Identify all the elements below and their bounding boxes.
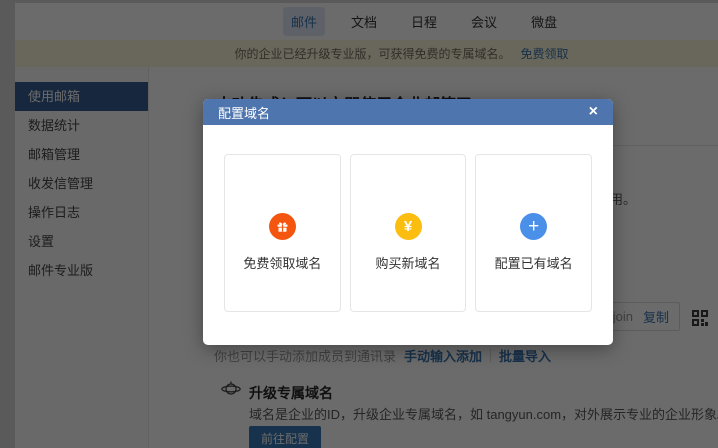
card-configure-existing-domain[interactable]: + 配置已有域名 <box>475 154 592 312</box>
configure-domain-modal: 配置域名 × 免费领取域名 ¥ 购买新域名 <box>203 99 613 345</box>
gift-icon <box>269 213 296 240</box>
modal-header: 配置域名 × <box>203 99 613 125</box>
card-label: 配置已有域名 <box>495 253 573 272</box>
yen-icon: ¥ <box>395 213 422 240</box>
yen-symbol: ¥ <box>404 219 412 234</box>
modal-body: 免费领取域名 ¥ 购买新域名 + 配置已有域名 <box>203 125 613 312</box>
close-icon[interactable]: × <box>589 104 598 120</box>
plus-symbol: + <box>528 217 539 236</box>
card-label: 免费领取域名 <box>243 253 321 272</box>
card-free-claim-domain[interactable]: 免费领取域名 <box>224 154 341 312</box>
card-buy-new-domain[interactable]: ¥ 购买新域名 <box>350 154 467 312</box>
plus-icon: + <box>520 213 547 240</box>
modal-title: 配置域名 <box>218 103 589 122</box>
card-label: 购买新域名 <box>376 253 441 272</box>
